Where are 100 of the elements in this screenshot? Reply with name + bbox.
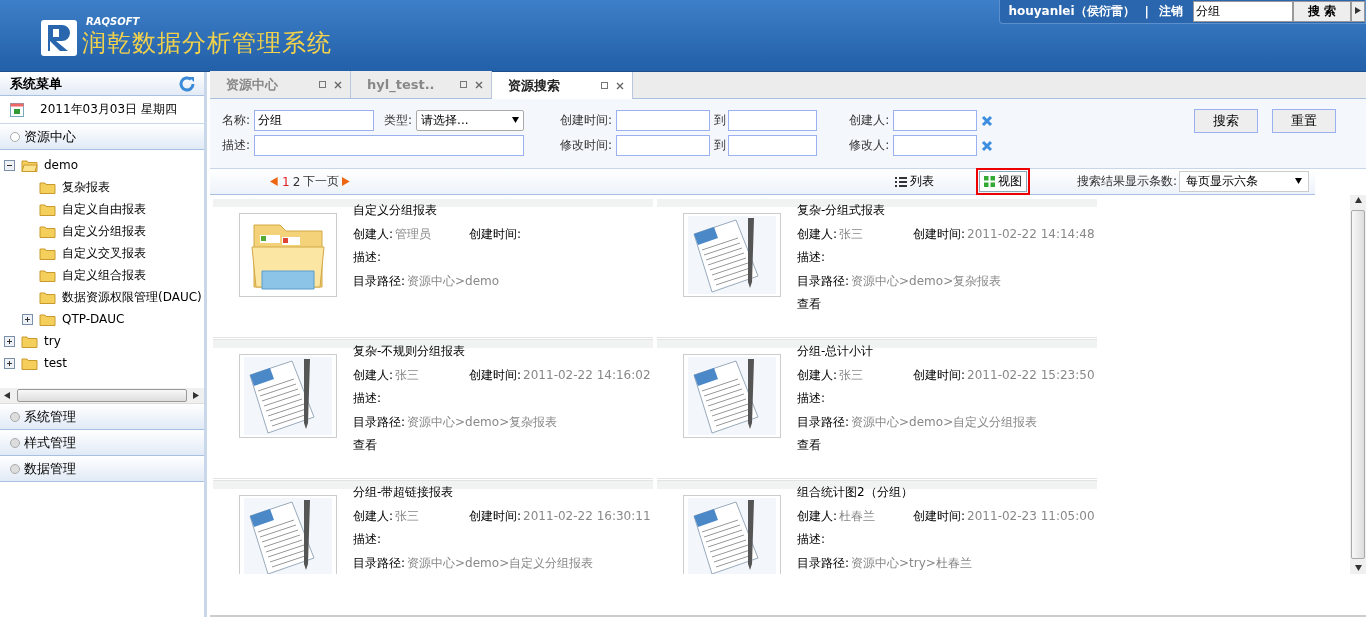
path-value: 资源中心>demo	[407, 272, 500, 290]
tree-item[interactable]: 自定义组合报表	[62, 266, 146, 284]
list-icon	[895, 176, 907, 187]
restore-icon[interactable]	[601, 82, 608, 89]
description-label: 描述:	[797, 390, 826, 408]
description-field[interactable]	[254, 135, 525, 156]
reset-button[interactable]: 重置	[1272, 109, 1336, 133]
tree-item[interactable]: 自定义自由报表	[62, 200, 146, 218]
dropdown-caret-icon[interactable]	[1295, 178, 1303, 185]
search-button[interactable]: 搜 索	[1293, 1, 1351, 22]
creator-value: 张三	[395, 366, 421, 384]
folder-icon	[39, 290, 56, 304]
expand-toggle[interactable]	[22, 313, 33, 325]
modifier-field[interactable]	[893, 135, 978, 156]
close-icon[interactable]	[334, 80, 342, 89]
tree-item[interactable]: QTP-DAUC	[62, 312, 125, 326]
menu-section[interactable]: 样式管理	[0, 430, 204, 456]
view-toggle-button[interactable]: 视图	[979, 171, 1027, 192]
path-value: 资源中心>demo>自定义分组报表	[407, 554, 594, 572]
restore-icon[interactable]	[319, 81, 326, 88]
field-label: 创建人:	[849, 112, 890, 129]
time-value: 2011-02-22 14:16:02	[523, 368, 651, 383]
date-field[interactable]	[616, 110, 711, 131]
page-size-dropdown[interactable]: 每页显示六条	[1179, 171, 1310, 192]
folder-icon	[39, 180, 56, 194]
thumbnail[interactable]	[239, 495, 337, 574]
resource-title[interactable]: 分组-带超链接报表	[353, 484, 454, 502]
path-value: 资源中心>demo>自定义分组报表	[851, 413, 1038, 431]
creator-value: 张三	[395, 507, 421, 525]
previous-arrow-icon[interactable]	[270, 177, 279, 186]
tab[interactable]: 资源搜索	[492, 72, 633, 99]
resource-title[interactable]: 自定义分组报表	[353, 202, 437, 220]
thumbnail[interactable]	[683, 354, 781, 438]
thumbnail[interactable]	[239, 354, 337, 438]
expand-toggle[interactable]	[4, 335, 15, 347]
description-label: 描述:	[353, 249, 382, 267]
resource-title[interactable]: 组合统计图2（分组）	[797, 484, 913, 502]
search-button[interactable]: 搜索	[1194, 109, 1258, 133]
view-link[interactable]: 查看	[797, 437, 821, 455]
next-arrow-icon[interactable]	[342, 177, 352, 186]
expand-toggle[interactable]	[4, 357, 15, 369]
field-label: 描述:	[222, 137, 251, 154]
close-icon[interactable]	[616, 81, 624, 90]
description-label: 描述:	[353, 531, 382, 549]
close-icon[interactable]	[475, 80, 483, 89]
path-value: 资源中心>try>杜春兰	[851, 554, 972, 572]
menu-section[interactable]: 系统管理	[0, 404, 204, 430]
thumbnail[interactable]	[239, 213, 337, 297]
clear-icon[interactable]	[981, 139, 994, 152]
view-toggle-button[interactable]: 列表	[890, 171, 939, 192]
folder-icon	[39, 224, 56, 238]
dropdown-caret-icon[interactable]	[512, 117, 520, 124]
name-field[interactable]: 分组	[254, 110, 375, 131]
tree-item[interactable]: try	[44, 334, 61, 348]
menu-section[interactable]: 资源中心	[0, 124, 204, 150]
date-field[interactable]	[728, 135, 818, 156]
tree-item[interactable]: 自定义分组报表	[62, 222, 146, 240]
scroll-left-icon[interactable]	[4, 392, 11, 399]
tree-item[interactable]: 复杂报表	[62, 178, 110, 196]
refresh-icon[interactable]	[178, 74, 196, 93]
view-link[interactable]: 查看	[353, 437, 377, 455]
type-dropdown[interactable]: 请选择...	[416, 110, 525, 131]
vertical-scrollbar[interactable]	[1350, 195, 1366, 574]
resource-title[interactable]: 复杂-分组式报表	[797, 202, 886, 220]
path-label: 目录路径:	[797, 272, 850, 290]
date-text: 2011年03月03日 星期四	[40, 101, 177, 118]
next-page-link[interactable]: 下一页	[303, 173, 340, 190]
triangle-right-icon[interactable]	[1354, 7, 1362, 14]
menu-section[interactable]: 数据管理	[0, 456, 204, 482]
date-field[interactable]	[616, 135, 711, 156]
resource-title[interactable]: 复杂-不规则分组报表	[353, 343, 466, 361]
creator-value: 杜春兰	[839, 507, 877, 525]
search-field[interactable]: 分组	[1193, 1, 1293, 22]
brand-text: RAQSOFT	[86, 16, 141, 27]
scroll-right-icon[interactable]	[193, 392, 200, 399]
clear-icon[interactable]	[981, 114, 994, 127]
page-link[interactable]: 2	[292, 174, 301, 189]
resource-title[interactable]: 分组-总计小计	[797, 343, 874, 361]
tree-item[interactable]: 数据资源权限管理(DAUC)	[62, 288, 202, 306]
collapse-toggle[interactable]	[4, 159, 15, 171]
creator-value: 张三	[839, 225, 865, 243]
view-link[interactable]: 查看	[797, 296, 821, 314]
tree-item[interactable]: demo	[44, 158, 79, 172]
scroll-down-icon[interactable]	[1354, 565, 1362, 572]
page-link[interactable]: 1	[282, 174, 290, 189]
open-folder-icon	[21, 158, 38, 172]
logout-link[interactable]: 注销	[1159, 3, 1183, 20]
user-name: houyanlei（侯衍雷）	[1008, 3, 1135, 20]
restore-icon[interactable]	[460, 81, 467, 88]
expand-arrow-button[interactable]	[1351, 1, 1365, 22]
tree-item[interactable]: test	[44, 356, 68, 370]
thumbnail[interactable]	[683, 495, 781, 574]
thumbnail[interactable]	[683, 213, 781, 297]
path-label: 目录路径:	[353, 413, 406, 431]
scroll-up-icon[interactable]	[1354, 197, 1362, 204]
calendar-icon	[10, 102, 24, 117]
horizontal-scrollbar[interactable]	[0, 388, 204, 404]
tree-item[interactable]: 自定义交叉报表	[62, 244, 146, 262]
date-field[interactable]	[728, 110, 818, 131]
creator-field[interactable]	[893, 110, 978, 131]
